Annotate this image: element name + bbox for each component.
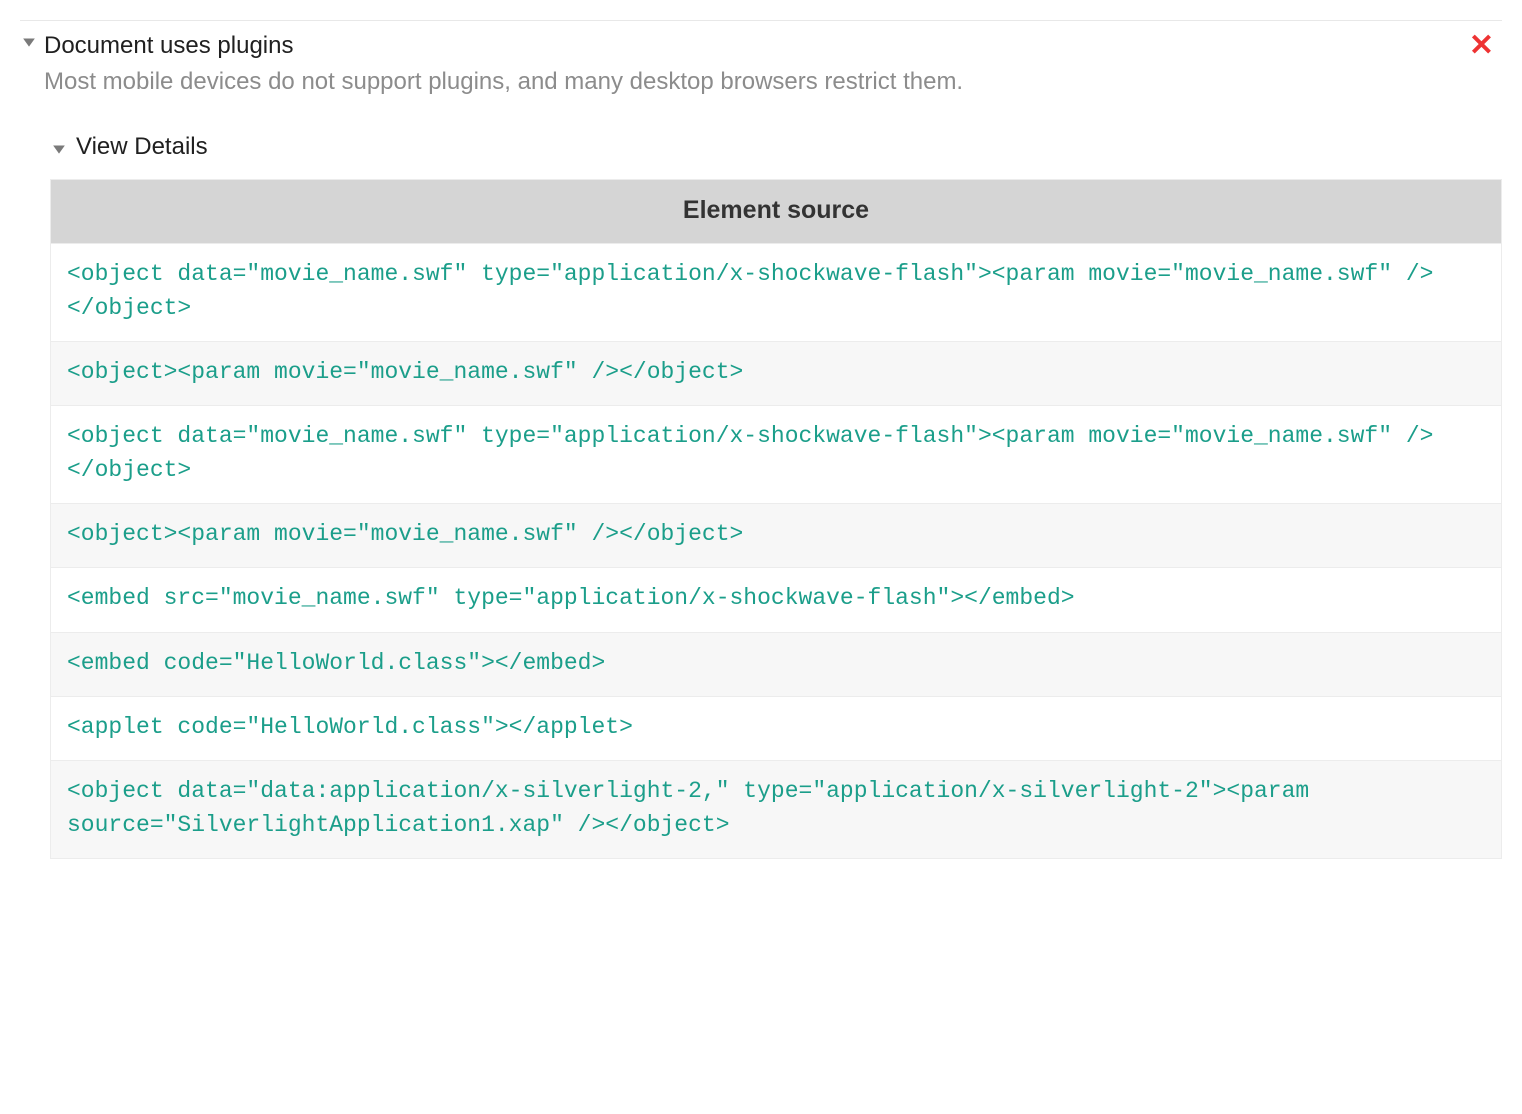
table-row: <applet code="HelloWorld.class"></applet… (51, 697, 1501, 761)
audit-title: Document uses plugins (44, 29, 1502, 63)
view-details-toggle[interactable]: View Details (50, 133, 1502, 161)
table-row: <embed code="HelloWorld.class"></embed> (51, 633, 1501, 697)
chevron-down-icon (22, 35, 36, 49)
details-expand-toggle (50, 138, 68, 156)
details-table: Element source <object data="movie_name.… (50, 179, 1502, 859)
audit-description: Most mobile devices do not support plugi… (44, 65, 1502, 100)
table-header: Element source (51, 180, 1501, 244)
audit-item: Document uses plugins Most mobile device… (20, 29, 1502, 99)
audit-expand-toggle[interactable] (20, 29, 38, 49)
table-row: <object data="movie_name.swf" type="appl… (51, 244, 1501, 342)
table-row: <object data="movie_name.swf" type="appl… (51, 406, 1501, 504)
status-fail-icon: ✕ (1469, 31, 1494, 61)
details-section: View Details Element source <object data… (50, 133, 1502, 859)
chevron-down-icon (52, 142, 66, 156)
table-row: <object><param movie="movie_name.swf" />… (51, 504, 1501, 568)
table-row: <object data="data:application/x-silverl… (51, 761, 1501, 859)
table-row: <embed src="movie_name.swf" type="applic… (51, 568, 1501, 632)
view-details-label: View Details (76, 133, 208, 161)
top-divider (20, 20, 1502, 21)
table-row: <object><param movie="movie_name.swf" />… (51, 342, 1501, 406)
